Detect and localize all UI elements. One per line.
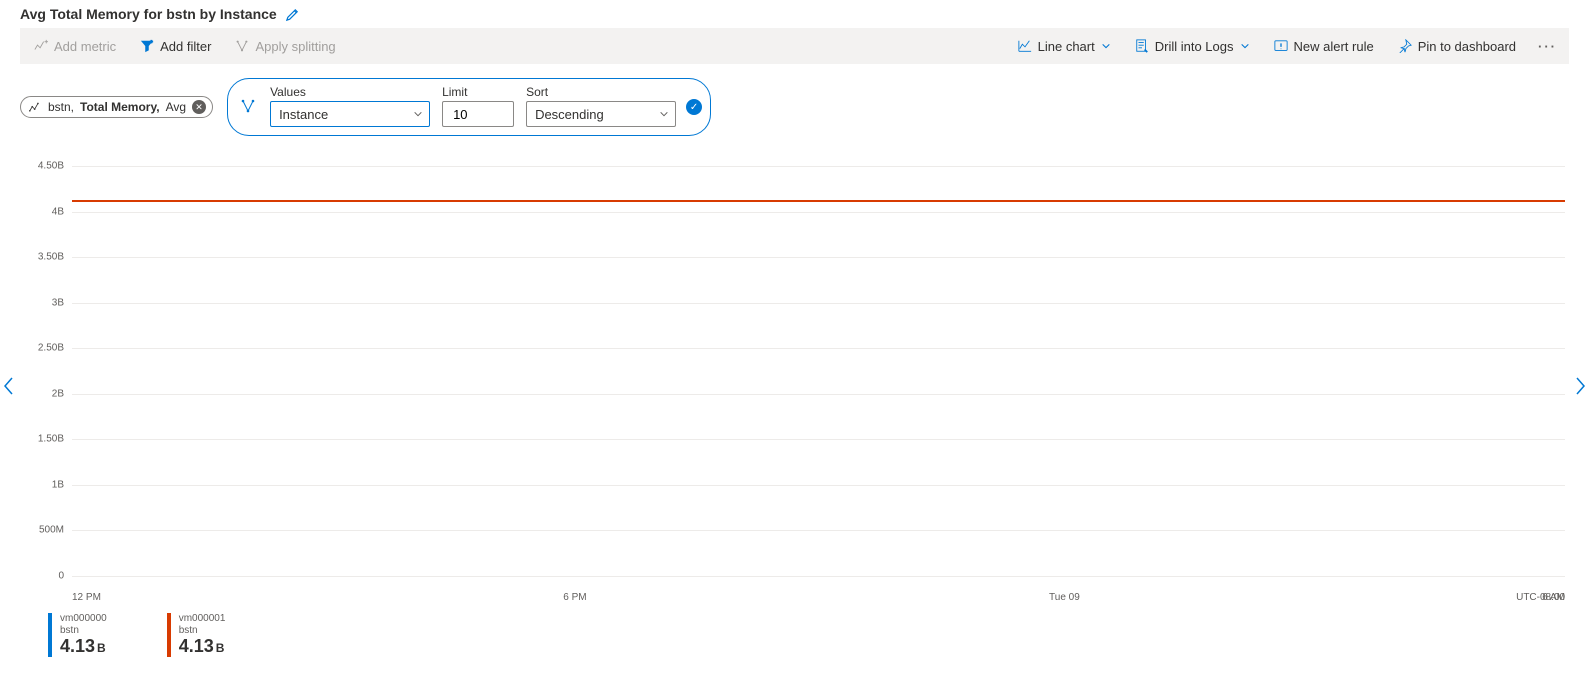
y-tick-label: 500M [24, 525, 64, 536]
logs-icon [1135, 39, 1149, 53]
add-filter-label: Add filter [160, 39, 211, 54]
alert-icon [1274, 39, 1288, 53]
chevron-down-icon [1101, 41, 1111, 51]
new-alert-label: New alert rule [1294, 39, 1374, 54]
filter-icon [140, 39, 154, 53]
grid-line [72, 394, 1565, 395]
drill-logs-label: Drill into Logs [1155, 39, 1234, 54]
limit-input-wrap [442, 101, 514, 127]
metric-icon [29, 101, 42, 114]
y-tick-label: 1B [24, 479, 64, 490]
values-selected: Instance [279, 107, 328, 122]
pin-dashboard-button[interactable]: Pin to dashboard [1392, 35, 1522, 58]
chevron-down-icon [1240, 41, 1250, 51]
metric-pill-resource: bstn, [48, 100, 74, 114]
more-options-button[interactable]: ··· [1534, 39, 1561, 54]
split-icon [235, 39, 249, 53]
sort-select[interactable]: Descending [526, 101, 676, 127]
add-metric-button[interactable]: Add metric [28, 35, 122, 58]
grid-line [72, 576, 1565, 577]
y-tick-label: 3B [24, 297, 64, 308]
new-alert-button[interactable]: New alert rule [1268, 35, 1380, 58]
series-line [72, 200, 1565, 202]
legend-item[interactable]: vm000000bstn4.13B [48, 613, 107, 657]
legend-swatch [48, 613, 52, 657]
apply-splitting-button[interactable]: Apply splitting [229, 35, 341, 58]
pin-icon [1398, 39, 1412, 53]
y-tick-label: 2.50B [24, 343, 64, 354]
legend-series-name: vm000000 [60, 613, 107, 625]
line-chart-icon [1018, 39, 1032, 53]
chart-plot-area[interactable]: 4.50B4B3.50B3B2.50B2B1.50B1B500M0 [72, 166, 1565, 586]
chart-type-label: Line chart [1038, 39, 1095, 54]
x-axis: 12 PM6 PMTue 096 AMUTC-08:00 [72, 592, 1565, 603]
values-label: Values [270, 85, 430, 99]
grid-line [72, 257, 1565, 258]
grid-line [72, 530, 1565, 531]
metric-pill[interactable]: bstn, Total Memory, Avg ✕ [20, 96, 213, 118]
split-config: Values Instance Limit Sort Descending [227, 78, 711, 136]
y-tick-label: 2B [24, 388, 64, 399]
chart-type-button[interactable]: Line chart [1012, 35, 1117, 58]
x-tick-label: Tue 09 [1049, 592, 1080, 603]
values-select[interactable]: Instance [270, 101, 430, 127]
limit-input[interactable] [451, 106, 491, 123]
grid-line [72, 439, 1565, 440]
limit-label: Limit [442, 85, 514, 99]
legend-series-resource: bstn [179, 625, 226, 637]
chart-toolbar: Add metric Add filter Apply splitting [20, 28, 1569, 64]
legend-series-name: vm000001 [179, 613, 226, 625]
apply-split-icon[interactable]: ✓ [686, 99, 702, 115]
remove-metric-icon[interactable]: ✕ [192, 100, 206, 114]
split-lead-icon [240, 98, 256, 114]
y-tick-label: 3.50B [24, 252, 64, 263]
metric-pill-aggregation: Avg [166, 100, 186, 114]
y-tick-label: 1.50B [24, 434, 64, 445]
legend-series-value: 4.13B [179, 636, 226, 657]
legend-series-resource: bstn [60, 625, 107, 637]
sort-selected: Descending [535, 107, 604, 122]
y-tick-label: 4.50B [24, 161, 64, 172]
legend-item[interactable]: vm000001bstn4.13B [167, 613, 226, 657]
edit-title-icon[interactable] [285, 7, 300, 22]
x-tick-label: 12 PM [72, 592, 101, 603]
chevron-down-icon [659, 109, 669, 119]
pin-dashboard-label: Pin to dashboard [1418, 39, 1516, 54]
add-filter-button[interactable]: Add filter [134, 35, 217, 58]
chart-legend: vm000000bstn4.13Bvm000001bstn4.13B [48, 613, 1569, 657]
chevron-down-icon [413, 109, 423, 119]
x-tick-label: 6 PM [563, 592, 586, 603]
metric-pill-metric: Total Memory, [80, 100, 160, 114]
prev-time-button[interactable] [2, 376, 16, 396]
grid-line [72, 212, 1565, 213]
page-title: Avg Total Memory for bstn by Instance [20, 6, 277, 22]
y-tick-label: 0 [24, 571, 64, 582]
sort-label: Sort [526, 85, 676, 99]
grid-line [72, 303, 1565, 304]
next-time-button[interactable] [1573, 376, 1587, 396]
legend-swatch [167, 613, 171, 657]
grid-line [72, 166, 1565, 167]
timezone-label: UTC-08:00 [1516, 592, 1565, 603]
grid-line [72, 348, 1565, 349]
add-metric-icon [34, 39, 48, 53]
grid-line [72, 485, 1565, 486]
apply-splitting-label: Apply splitting [255, 39, 335, 54]
add-metric-label: Add metric [54, 39, 116, 54]
drill-logs-button[interactable]: Drill into Logs [1129, 35, 1256, 58]
y-tick-label: 4B [24, 206, 64, 217]
legend-series-value: 4.13B [60, 636, 107, 657]
